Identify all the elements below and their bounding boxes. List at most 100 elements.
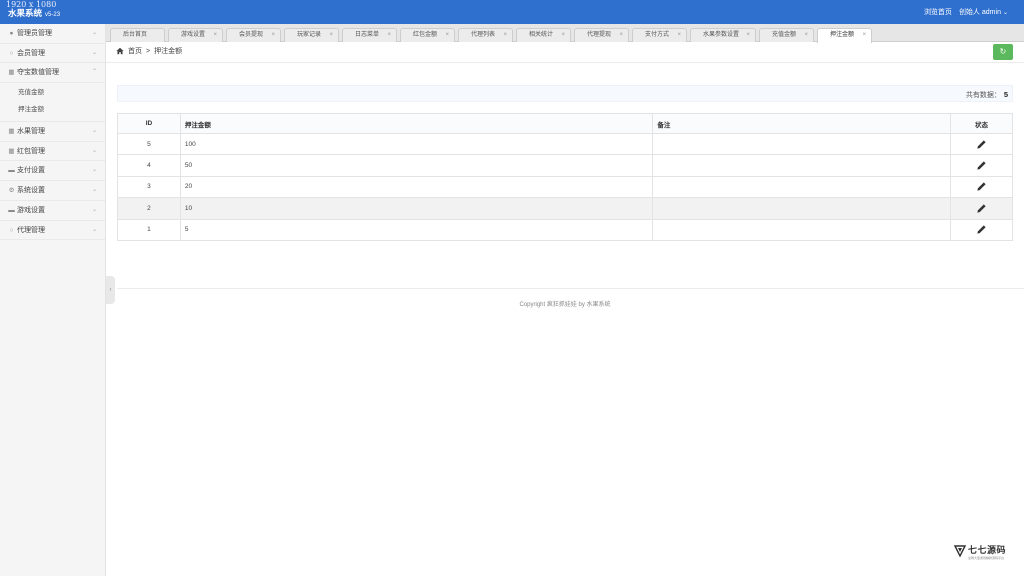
tab-statistics[interactable]: 相关统计 × xyxy=(516,28,571,42)
user-menu[interactable]: 创始人 admin ⌄ xyxy=(959,7,1008,17)
close-icon[interactable]: × xyxy=(862,29,866,42)
sidebar-item-game[interactable]: ▬ 游戏设置 ⌄ xyxy=(0,201,105,221)
home-icon xyxy=(116,47,124,55)
sidebar-item-admin[interactable]: ● 管理员管理 ⌄ xyxy=(0,24,105,44)
close-icon[interactable]: × xyxy=(503,29,507,42)
close-icon[interactable]: × xyxy=(746,29,750,42)
record-count: 共有数据： 5 xyxy=(966,90,1008,100)
table-row: 1 5 xyxy=(117,218,1013,241)
cell-id: 3 xyxy=(117,175,181,199)
tab-label: 红包金额 xyxy=(413,32,438,38)
edit-button[interactable] xyxy=(950,197,1013,220)
table-row: 3 20 xyxy=(117,175,1013,199)
watermark-subtitle: 全网大型游戏棋牌源码平台 xyxy=(968,556,1005,560)
tab-fruit-params[interactable]: 水果参数设置 × xyxy=(690,28,756,42)
watermark-logo: 七七源码 全网大型游戏棋牌源码平台 xyxy=(954,543,1014,567)
close-icon[interactable]: × xyxy=(387,29,391,42)
tab-payment-methods[interactable]: 支付方式 × xyxy=(632,28,687,42)
cell-amount: 5 xyxy=(179,218,654,241)
breadcrumb-home[interactable]: 首页 xyxy=(128,46,142,56)
record-count-value: 5 xyxy=(1003,90,1008,99)
tab-agent-withdraw[interactable]: 代理提现 × xyxy=(574,28,629,42)
cell-note xyxy=(652,154,952,177)
table-row: 5 100 xyxy=(117,132,1013,156)
close-icon[interactable]: × xyxy=(271,29,275,42)
edit-button[interactable] xyxy=(950,175,1013,199)
sidebar-item-system[interactable]: ⚙ 系统设置 ⌄ xyxy=(0,181,105,201)
tab-game-settings[interactable]: 游戏设置 × xyxy=(168,28,223,42)
building-icon: ▦ xyxy=(8,69,15,77)
user-role: 创始人 xyxy=(958,9,980,16)
gear-icon: ⚙ xyxy=(8,187,15,195)
app-version: v5-23 xyxy=(45,12,61,18)
close-icon[interactable]: × xyxy=(561,29,565,42)
cell-id: 2 xyxy=(117,197,181,220)
app-title: 水果系统 v5-23 xyxy=(8,8,60,20)
sidebar-subitem-bet[interactable]: 押注金额 xyxy=(0,102,105,119)
user-name: admin xyxy=(981,9,1001,16)
sidebar-item-agent[interactable]: ○ 代理管理 ⌄ xyxy=(0,221,105,241)
tab-bet-amount[interactable]: 押注金额 × xyxy=(817,28,872,43)
sidebar-item-label: 夺宝数值管理 xyxy=(17,69,59,77)
edit-button[interactable] xyxy=(950,132,1013,156)
browse-home-link[interactable]: 浏览首页 xyxy=(924,7,952,17)
pencil-icon xyxy=(977,140,986,149)
building-icon: ▦ xyxy=(8,147,15,155)
pencil-icon xyxy=(977,225,986,234)
close-icon[interactable]: × xyxy=(619,29,623,42)
tab-bar: 后台首页 游戏设置 × 会员提现 × 玩家记录 × 日志菜单 × 红包金额 × 代理列表 ×… xyxy=(106,24,1024,43)
footer-copyright: Copyright 疯狂抓娃娃 by 水果系统 xyxy=(519,302,611,308)
tab-label: 代理列表 xyxy=(471,32,496,38)
close-icon[interactable]: × xyxy=(804,29,808,42)
tab-agent-list[interactable]: 代理列表 × xyxy=(458,28,513,42)
tab-label: 会员提现 xyxy=(239,32,264,38)
sidebar: ● 管理员管理 ⌄ ○ 会员管理 ⌄ ▦ 夺宝数值管理 ⌃ 充值金额 押注金额 ▦ 水果管理 ⌄… xyxy=(0,24,106,576)
sidebar-item-label: 系统设置 xyxy=(17,187,45,195)
chevron-left-icon: ‹ xyxy=(109,287,112,293)
chevron-down-icon: ⌄ xyxy=(91,167,97,174)
tab-label: 后台首页 xyxy=(123,32,148,38)
sidebar-item-label: 会员管理 xyxy=(17,49,45,57)
edit-button[interactable] xyxy=(950,218,1013,241)
tab-member-withdraw[interactable]: 会员提现 × xyxy=(226,28,281,42)
sidebar-item-redpacket[interactable]: ▦ 红包管理 ⌄ xyxy=(0,142,105,162)
cell-amount: 20 xyxy=(179,175,654,199)
close-icon[interactable]: × xyxy=(677,29,681,42)
breadcrumb: 首页 > 押注金额 xyxy=(116,46,182,56)
tab-label: 玩家记录 xyxy=(297,32,322,38)
sidebar-item-label: 水果管理 xyxy=(17,128,45,136)
tab-player-records[interactable]: 玩家记录 × xyxy=(284,28,339,42)
tab-label: 代理提现 xyxy=(587,32,612,38)
table-row: 4 50 xyxy=(117,154,1013,177)
building-icon: ▦ xyxy=(8,128,15,136)
close-icon[interactable]: × xyxy=(329,29,333,42)
cell-amount: 100 xyxy=(179,132,654,156)
cell-note xyxy=(652,175,952,199)
cell-id: 1 xyxy=(117,218,181,241)
tab-dashboard[interactable]: 后台首页 xyxy=(110,28,165,42)
sidebar-subitem-recharge[interactable]: 充值金额 xyxy=(0,85,105,102)
person-icon: ○ xyxy=(9,49,14,57)
tab-log-menu[interactable]: 日志菜单 × xyxy=(342,28,397,42)
edit-button[interactable] xyxy=(950,154,1013,177)
tab-redpacket-amount[interactable]: 红包金额 × xyxy=(400,28,455,42)
sidebar-item-members[interactable]: ○ 会员管理 ⌄ xyxy=(0,44,105,64)
col-status-header: 状态 xyxy=(950,113,1013,134)
sidebar-item-payment[interactable]: ▬ 支付设置 ⌄ xyxy=(0,161,105,182)
close-icon[interactable]: × xyxy=(445,29,449,42)
tab-label: 押注金额 xyxy=(830,32,855,38)
sidebar-item-treasure[interactable]: ▦ 夺宝数值管理 ⌃ xyxy=(0,63,105,84)
sidebar-item-label: 管理员管理 xyxy=(17,30,52,37)
tab-recharge-amount[interactable]: 充值金额 × xyxy=(759,28,814,42)
footer-divider xyxy=(117,288,1024,289)
col-note-header: 备注 xyxy=(652,113,952,134)
cell-amount: 50 xyxy=(179,154,654,177)
refresh-button[interactable]: ↻ xyxy=(993,44,1013,60)
cell-note xyxy=(652,197,952,220)
chevron-down-icon: ⌄ xyxy=(91,30,97,36)
refresh-icon: ↻ xyxy=(999,47,1007,56)
sidebar-item-fruit[interactable]: ▦ 水果管理 ⌄ xyxy=(0,122,105,142)
breadcrumb-separator: > xyxy=(146,47,151,55)
close-icon[interactable]: × xyxy=(213,29,217,42)
tab-label: 水果参数设置 xyxy=(703,32,740,38)
